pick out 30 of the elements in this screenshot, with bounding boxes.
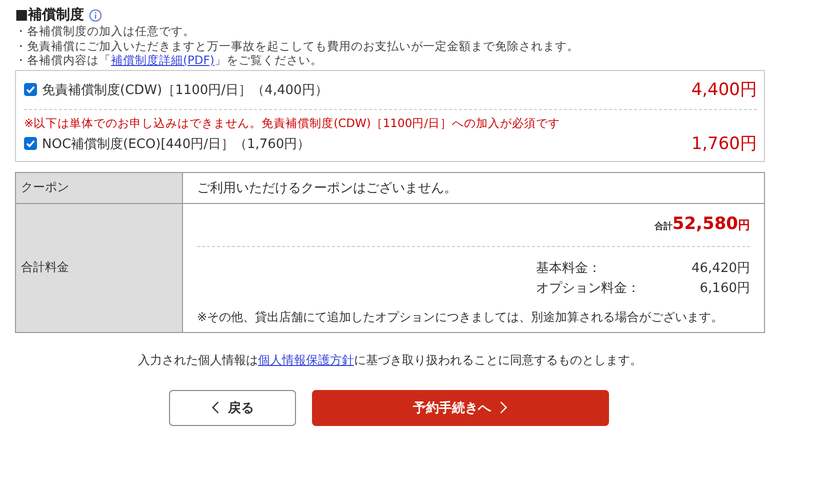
option-price: 1,760円 [691, 133, 757, 155]
chevron-right-icon [499, 401, 508, 414]
option-price: 4,400円 [691, 79, 757, 101]
chevron-left-icon [211, 401, 220, 414]
back-button[interactable]: 戻る [169, 390, 296, 426]
option-label: 免責補償制度(CDW)［1100円/日］（4,400円） [42, 82, 328, 98]
fee-amount: 46,420円 [692, 260, 750, 278]
table-cell: ご利用いただけるクーポンはございません。 [182, 172, 764, 203]
agreement-text: 入力された個人情報は個人情報保護方針に基づき取り扱われることに同意するものとします。 [137, 352, 643, 368]
table-header: 合計料金 [16, 203, 182, 332]
next-button[interactable]: 予約手続きへ [312, 390, 609, 426]
total-unit: 円 [738, 216, 750, 234]
note-text: ・免責補償にご加入いただきますと万一事故を起こしても費用のお支払いが一定金額まで免除されます。 [15, 38, 580, 53]
option-label: NOC補償制度(ECO)[440円/日］（1,760円） [42, 136, 310, 152]
table-header: クーポン [16, 172, 182, 203]
total-amount: 52,580 [672, 214, 738, 234]
total-label: 合計 [654, 220, 672, 232]
checkbox[interactable] [24, 83, 37, 96]
fee-label: オプション料金： [536, 280, 640, 298]
warning-text: ※以下は単体でのお申し込みはできません。免責補償制度(CDW)［1100円/日］への加入が必須です [24, 116, 562, 130]
info-icon[interactable] [89, 8, 102, 22]
pdf-link[interactable]: 補償制度詳細(PDF) [111, 53, 214, 67]
privacy-policy-link[interactable]: 個人情報保護方針 [258, 352, 354, 366]
section-title: ■補償制度 [15, 6, 84, 24]
checkbox[interactable] [24, 137, 37, 150]
fee-amount: 6,160円 [700, 280, 750, 298]
fee-label: 基本料金： [536, 260, 601, 278]
note-text: ・各補償内容は「補償制度詳細(PDF)」をご覧ください。 [15, 53, 324, 68]
note-text: ※その他、貸出店舗にて追加したオプションにつきましては、別途加算される場合がございます。 [197, 308, 724, 326]
note-text: ・各補償制度の加入は任意です。 [15, 24, 196, 38]
